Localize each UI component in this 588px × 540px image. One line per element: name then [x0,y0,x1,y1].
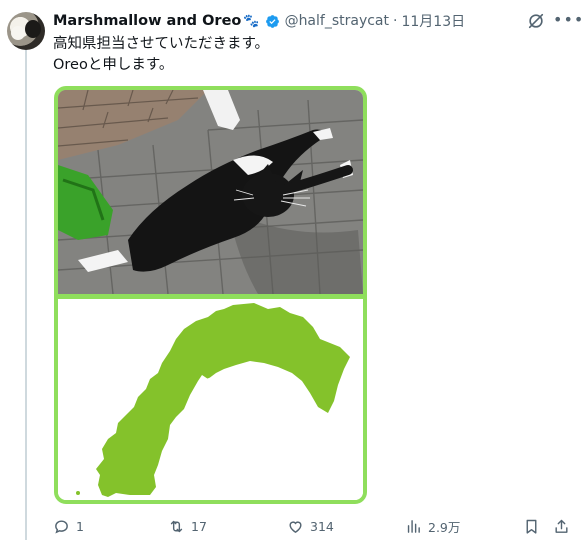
separator-dot: · [393,13,398,29]
repost-button[interactable]: 17 [168,516,207,536]
reply-count: 1 [76,518,84,534]
paw-emoji: 🐾 [243,13,260,29]
like-button[interactable]: 314 [287,516,334,536]
repost-count: 17 [191,518,207,534]
share-icon [555,519,568,533]
grok-icon[interactable] [527,12,545,30]
bookmark-button[interactable] [523,516,540,536]
views-button[interactable]: 2.9万 [405,516,460,536]
thread-line [25,50,27,540]
action-bar: 1 17 314 2.9万 [53,516,573,536]
media-frame[interactable] [54,86,367,504]
views-count: 2.9万 [428,519,461,535]
post-date[interactable]: 11月13日 [401,11,465,31]
handle[interactable]: @half_straycat [285,13,389,29]
share-button[interactable] [553,516,570,536]
analytics-icon [407,519,420,533]
reply-icon [55,519,68,533]
post-header: Marshmallow and Oreo 🐾 @half_straycat · … [53,11,465,31]
kochi-map-shape [76,303,350,497]
photo-illustration [58,90,363,294]
kochi-prefecture-map[interactable] [58,299,363,500]
avatar[interactable] [7,12,45,50]
more-options-icon[interactable]: ••• [553,10,583,30]
avatar-white-cat [11,26,25,40]
display-name[interactable]: Marshmallow and Oreo [53,13,241,29]
verified-badge-icon [265,14,279,28]
post-text: 高知県担当させていただきます。 Oreoと申します。 [53,34,269,76]
bookmark-icon [526,519,537,534]
post-text-line-2: Oreoと申します。 [53,57,174,73]
avatar-black-cat [25,20,41,38]
post-text-line-1: 高知県担当させていただきます。 [53,36,270,52]
cat-on-pavement-photo[interactable] [58,90,363,294]
heart-icon [289,520,302,533]
reply-button[interactable]: 1 [53,516,84,536]
repost-icon [170,520,183,532]
like-count: 314 [310,518,334,534]
